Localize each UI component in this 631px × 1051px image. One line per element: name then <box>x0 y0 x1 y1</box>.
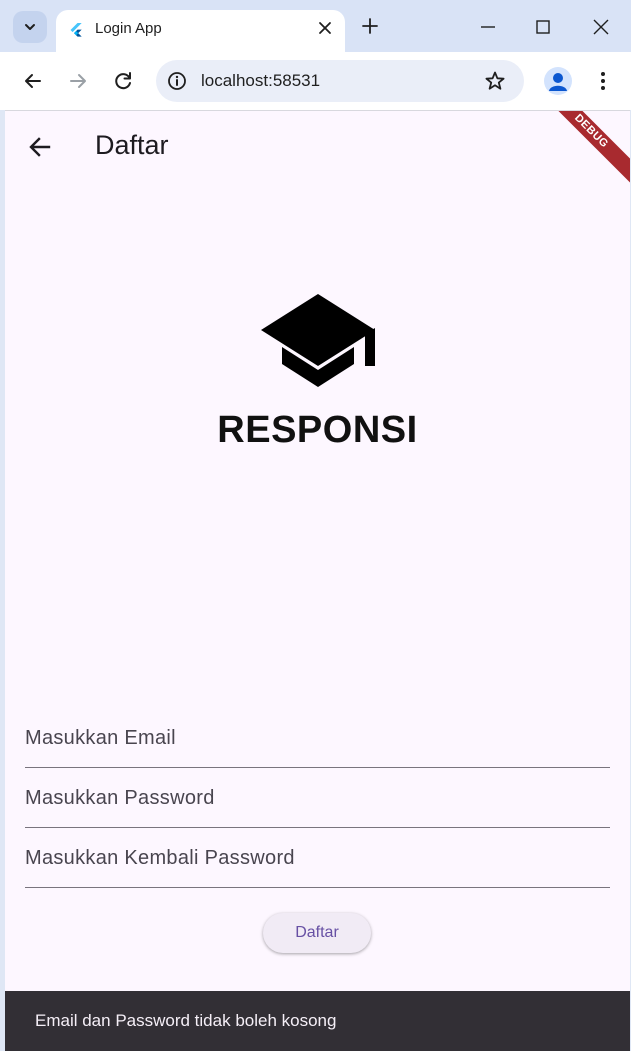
tab-title: Login App <box>95 20 162 37</box>
confirm-password-input[interactable] <box>25 829 610 887</box>
appbar-title: Daftar <box>95 130 169 160</box>
site-info-icon[interactable] <box>164 68 190 94</box>
profile-avatar[interactable] <box>544 67 572 95</box>
school-icon <box>261 294 375 387</box>
flutter-logo-icon <box>70 23 82 37</box>
reload-icon[interactable] <box>111 69 135 93</box>
app-viewport: Daftar DEBUG RESPONSI Daftar Email dan P… <box>5 110 630 1051</box>
tab-strip: Login App <box>0 0 631 52</box>
minimize-icon[interactable] <box>476 15 500 39</box>
close-icon[interactable] <box>316 19 334 37</box>
brand-title: RESPONSI <box>217 409 418 451</box>
window-close-icon[interactable] <box>589 15 613 39</box>
more-vert-icon[interactable] <box>591 69 615 93</box>
email-input[interactable] <box>25 709 610 767</box>
debug-banner: DEBUG <box>531 111 630 191</box>
chevron-down-icon <box>25 24 35 30</box>
forward-icon[interactable] <box>66 69 90 93</box>
email-field[interactable] <box>25 709 610 768</box>
password-field[interactable] <box>25 769 610 828</box>
browser-tab[interactable]: Login App <box>56 10 345 52</box>
back-icon[interactable] <box>21 69 45 93</box>
new-tab-icon[interactable] <box>359 15 381 37</box>
maximize-icon[interactable] <box>531 15 555 39</box>
bookmark-star-icon[interactable] <box>484 70 506 92</box>
address-bar[interactable]: localhost:58531 <box>156 60 524 102</box>
confirm-password-field[interactable] <box>25 829 610 888</box>
url-text: localhost:58531 <box>201 71 321 90</box>
back-arrow-icon[interactable] <box>27 134 53 160</box>
password-input[interactable] <box>25 769 610 827</box>
tab-search-button[interactable] <box>13 11 47 43</box>
person-icon <box>549 73 567 91</box>
snackbar-message: Email dan Password tidak boleh kosong <box>35 1011 337 1030</box>
snackbar: Email dan Password tidak boleh kosong <box>5 991 630 1051</box>
browser-window: Login App localhost:58531 Daftar DEBUG R… <box>0 0 631 1051</box>
register-button[interactable]: Daftar <box>263 913 371 953</box>
browser-toolbar: localhost:58531 <box>0 52 631 110</box>
